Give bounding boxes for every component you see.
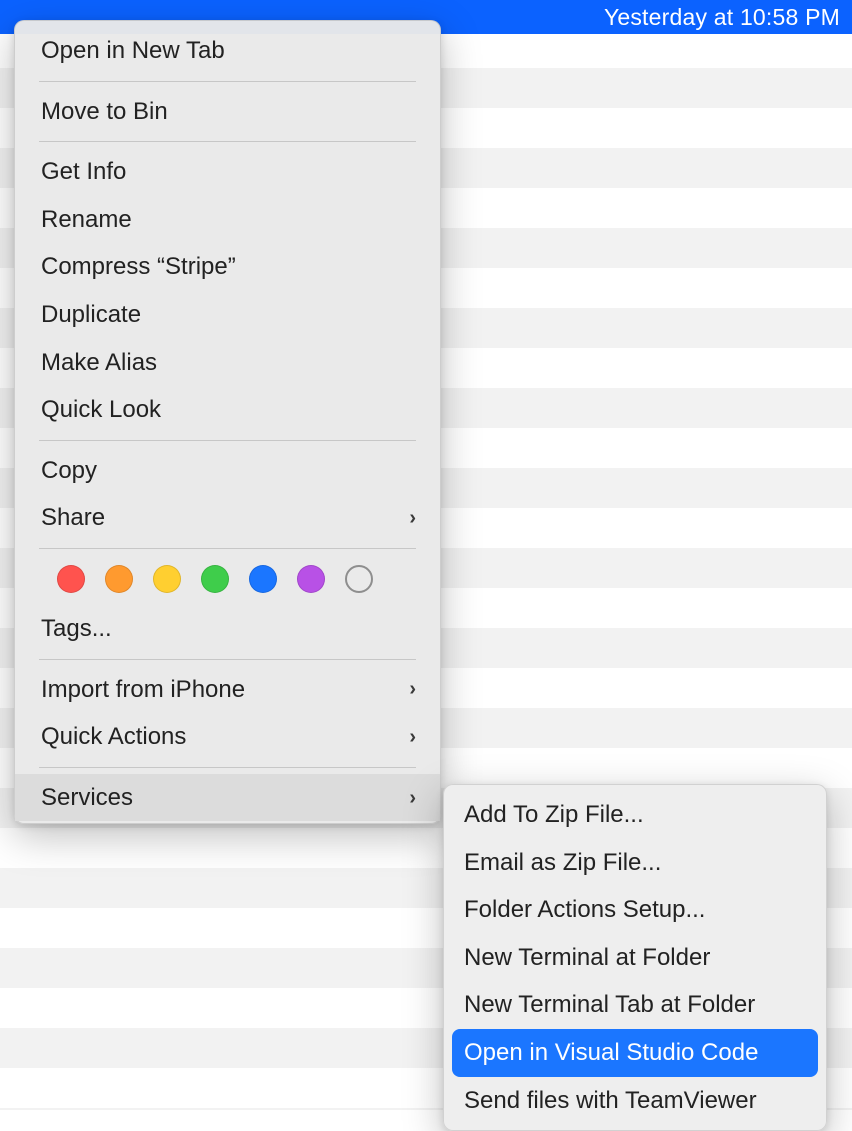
- menu-separator: [39, 767, 416, 768]
- menu-open-new-tab[interactable]: Open in New Tab: [15, 27, 440, 75]
- menu-label: Open in Visual Studio Code: [464, 1036, 758, 1070]
- submenu-email-zip[interactable]: Email as Zip File...: [444, 839, 826, 887]
- menu-label: Get Info: [41, 155, 126, 189]
- tag-orange[interactable]: [105, 565, 133, 593]
- submenu-add-zip[interactable]: Add To Zip File...: [444, 791, 826, 839]
- menu-separator: [39, 440, 416, 441]
- menu-label: Send files with TeamViewer: [464, 1084, 757, 1118]
- menu-label: Add To Zip File...: [464, 798, 644, 832]
- chevron-right-icon: ›: [409, 504, 416, 532]
- menu-label: Make Alias: [41, 346, 157, 380]
- menu-move-to-bin[interactable]: Move to Bin: [15, 88, 440, 136]
- tag-blue[interactable]: [249, 565, 277, 593]
- menu-label: New Terminal at Folder: [464, 941, 710, 975]
- menu-services[interactable]: Services ›: [15, 774, 440, 822]
- submenu-new-terminal-tab[interactable]: New Terminal Tab at Folder: [444, 981, 826, 1029]
- menu-label: Quick Actions: [41, 720, 186, 754]
- submenu-send-teamviewer[interactable]: Send files with TeamViewer: [444, 1077, 826, 1125]
- menu-separator: [39, 659, 416, 660]
- menu-separator: [39, 141, 416, 142]
- chevron-right-icon: ›: [409, 784, 416, 812]
- menu-import-iphone[interactable]: Import from iPhone ›: [15, 666, 440, 714]
- tag-yellow[interactable]: [153, 565, 181, 593]
- chevron-right-icon: ›: [409, 675, 416, 703]
- menu-share[interactable]: Share ›: [15, 494, 440, 542]
- tag-red[interactable]: [57, 565, 85, 593]
- menu-separator: [39, 548, 416, 549]
- menu-quick-actions[interactable]: Quick Actions ›: [15, 713, 440, 761]
- menu-label: Folder Actions Setup...: [464, 893, 705, 927]
- menu-get-info[interactable]: Get Info: [15, 148, 440, 196]
- menu-separator: [39, 81, 416, 82]
- menu-make-alias[interactable]: Make Alias: [15, 339, 440, 387]
- menu-label: New Terminal Tab at Folder: [464, 988, 755, 1022]
- menu-compress[interactable]: Compress “Stripe”: [15, 243, 440, 291]
- menu-label: Tags...: [41, 612, 112, 646]
- tag-purple[interactable]: [297, 565, 325, 593]
- context-menu: Open in New Tab Move to Bin Get Info Ren…: [14, 20, 441, 824]
- menu-label: Copy: [41, 454, 97, 488]
- menu-quick-look[interactable]: Quick Look: [15, 386, 440, 434]
- menu-label: Rename: [41, 203, 132, 237]
- menu-copy[interactable]: Copy: [15, 447, 440, 495]
- menu-label: Move to Bin: [41, 95, 168, 129]
- menu-label: Import from iPhone: [41, 673, 245, 707]
- menu-label: Services: [41, 781, 133, 815]
- submenu-new-terminal[interactable]: New Terminal at Folder: [444, 934, 826, 982]
- menu-label: Share: [41, 501, 105, 535]
- menu-label: Duplicate: [41, 298, 141, 332]
- menu-label: Compress “Stripe”: [41, 250, 236, 284]
- menu-rename[interactable]: Rename: [15, 196, 440, 244]
- menu-label: Open in New Tab: [41, 34, 225, 68]
- menu-label: Quick Look: [41, 393, 161, 427]
- menu-label: Email as Zip File...: [464, 846, 661, 880]
- tag-color-row: [15, 555, 440, 605]
- tag-green[interactable]: [201, 565, 229, 593]
- menu-duplicate[interactable]: Duplicate: [15, 291, 440, 339]
- tag-none[interactable]: [345, 565, 373, 593]
- submenu-open-vscode[interactable]: Open in Visual Studio Code: [452, 1029, 818, 1077]
- submenu-folder-actions[interactable]: Folder Actions Setup...: [444, 886, 826, 934]
- services-submenu: Add To Zip File... Email as Zip File... …: [443, 784, 827, 1131]
- header-timestamp: Yesterday at 10:58 PM: [604, 4, 840, 31]
- chevron-right-icon: ›: [409, 723, 416, 751]
- menu-tags[interactable]: Tags...: [15, 605, 440, 653]
